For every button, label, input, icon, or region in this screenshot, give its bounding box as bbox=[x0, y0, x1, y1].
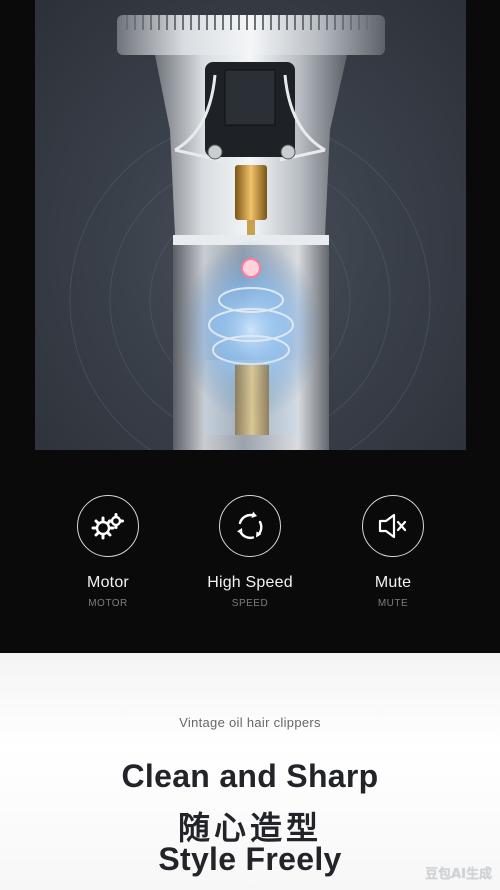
feature-motor-title: Motor bbox=[87, 574, 129, 591]
feature-mute-title: Mute bbox=[374, 574, 412, 591]
watermark: 豆包AI生成 bbox=[425, 867, 492, 882]
feature-high-speed-title: High Speed bbox=[207, 574, 293, 591]
feature-motor: Motor MOTOR bbox=[33, 490, 183, 609]
feature-mute: Mute MUTE bbox=[318, 490, 468, 609]
headline-english-1: Clean and Sharp bbox=[121, 758, 379, 794]
speaker-mute-icon bbox=[362, 495, 424, 557]
feature-row: Motor MOTOR High Speed SPEED Mute MUTE bbox=[0, 490, 500, 620]
feature-high-speed: High Speed SPEED bbox=[175, 490, 325, 609]
tagline: Vintage oil hair clippers bbox=[179, 715, 321, 730]
hair-clipper-illustration bbox=[69, 15, 431, 450]
rotation-arrows-icon bbox=[219, 495, 281, 557]
bottom-panel: Vintage oil hair clippers Clean and Shar… bbox=[0, 653, 500, 890]
feature-high-speed-subtitle: SPEED bbox=[231, 598, 269, 609]
gears-icon bbox=[77, 495, 139, 557]
feature-motor-subtitle: MOTOR bbox=[88, 598, 128, 609]
feature-mute-subtitle: MUTE bbox=[377, 598, 409, 609]
product-hero-image bbox=[35, 0, 466, 450]
